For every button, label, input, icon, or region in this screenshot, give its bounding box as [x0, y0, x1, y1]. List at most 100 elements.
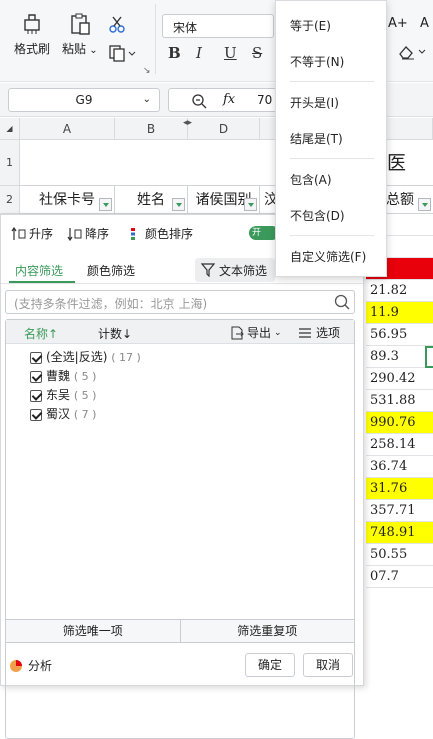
- eraser-icon[interactable]: [398, 44, 428, 63]
- checkbox[interactable]: [30, 389, 42, 402]
- header-label: 姓名: [137, 192, 165, 208]
- clipboard-icon: [71, 13, 90, 35]
- value-cell[interactable]: 11.9: [366, 302, 433, 324]
- value-cell[interactable]: 290.42: [366, 368, 433, 390]
- value-cell[interactable]: 748.91: [366, 522, 433, 544]
- decrease-font-button[interactable]: A: [420, 16, 429, 31]
- value-cell[interactable]: 50.55: [366, 544, 433, 566]
- name-box[interactable]: G9 ⌄: [8, 88, 160, 112]
- dialog-launcher-icon[interactable]: ↘: [143, 66, 151, 76]
- column-header-d[interactable]: D: [188, 118, 260, 140]
- tab-content-filter[interactable]: 内容筛选: [15, 262, 63, 279]
- checkbox[interactable]: [30, 370, 42, 383]
- formula-value[interactable]: 70: [257, 93, 272, 107]
- color-sort-button[interactable]: 颜色排序: [129, 225, 193, 242]
- header-cell-social-security[interactable]: 社保卡号: [20, 186, 115, 214]
- bold-button[interactable]: B: [168, 44, 181, 62]
- export-label: 导出: [247, 326, 272, 340]
- list-item[interactable]: 曹魏 ( 5 ): [30, 367, 96, 384]
- selected-cell-indicator: [425, 346, 433, 368]
- column-header-b[interactable]: B: [115, 118, 188, 140]
- column-header-a[interactable]: A: [20, 118, 115, 140]
- value-cell[interactable]: 357.71: [366, 500, 433, 522]
- value-cell[interactable]: 21.82: [366, 280, 433, 302]
- function-icon[interactable]: fx: [223, 92, 235, 107]
- checkbox[interactable]: [30, 408, 42, 421]
- tab-color-filter[interactable]: 颜色筛选: [87, 262, 135, 279]
- filter-dropdown-button[interactable]: [418, 198, 431, 211]
- underline-button[interactable]: U: [224, 44, 237, 62]
- sort-descending-label: 降序: [85, 227, 110, 241]
- font-name-select[interactable]: 宋体: [162, 14, 274, 38]
- menu-item-ends-with[interactable]: 结尾是(T): [290, 130, 343, 147]
- select-all-row[interactable]: (全选|反选) ( 17 ): [30, 348, 141, 365]
- list-item[interactable]: 东吴 ( 5 ): [30, 386, 96, 403]
- ok-button[interactable]: 确定: [245, 653, 295, 677]
- menu-item-custom-filter[interactable]: 自定义筛选(F): [290, 248, 366, 265]
- menu-item-begins-with[interactable]: 开头是(I): [290, 94, 339, 111]
- paste-label: 粘贴: [62, 42, 87, 56]
- list-item[interactable]: 蜀汉 ( 7 ): [30, 405, 96, 422]
- filter-unique-button[interactable]: 筛选唯一项: [6, 620, 181, 642]
- italic-button[interactable]: I: [196, 44, 202, 62]
- value-cell[interactable]: 56.95: [366, 324, 433, 346]
- header-cell-state[interactable]: 诸侯国别: [188, 186, 260, 214]
- sort-by-name-button[interactable]: 名称↑: [24, 325, 58, 342]
- filter-dropdown-button[interactable]: [244, 198, 257, 211]
- value-cell[interactable]: 990.76: [366, 412, 433, 434]
- pie-chart-icon: [10, 659, 22, 672]
- analysis-button[interactable]: 分析: [9, 657, 52, 674]
- menu-item-not-equals[interactable]: 不等于(N): [290, 53, 344, 70]
- sort-by-count-button[interactable]: 计数↓: [98, 325, 132, 342]
- value-cell[interactable]: 89.3: [366, 346, 433, 368]
- increase-font-button[interactable]: A+: [388, 16, 408, 31]
- checkbox[interactable]: [30, 351, 42, 364]
- value-cell[interactable]: 531.88: [366, 390, 433, 412]
- search-placeholder: (支持多条件过滤，例如：北京 上海): [14, 297, 208, 311]
- search-icon[interactable]: [334, 294, 350, 310]
- value-cell[interactable]: 31.76: [366, 478, 433, 500]
- search-input[interactable]: (支持多条件过滤，例如：北京 上海): [5, 290, 355, 314]
- sort-ascending-button[interactable]: 升序: [11, 225, 53, 242]
- sort-descending-button[interactable]: 降序: [67, 225, 109, 242]
- funnel-icon: [201, 263, 215, 277]
- zoom-icon[interactable]: [191, 93, 207, 109]
- filter-duplicate-button[interactable]: 筛选重复项: [181, 620, 355, 642]
- ribbon-divider: [155, 4, 156, 74]
- hidden-column-marker[interactable]: ◂▸: [183, 118, 192, 128]
- color-sort-label: 颜色排序: [145, 227, 194, 241]
- chevron-down-icon: ⌄: [274, 327, 282, 338]
- text-filter-button[interactable]: 文本筛选: [195, 258, 275, 282]
- menu-item-equals[interactable]: 等于(E): [290, 17, 331, 34]
- select-all-label[interactable]: (全选|反选): [46, 350, 107, 364]
- item-label: 蜀汉: [46, 407, 71, 421]
- strikethrough-button[interactable]: S: [252, 44, 262, 62]
- header-label: 总额: [386, 192, 414, 208]
- empty-cells: [366, 588, 433, 686]
- format-painter-label: 格式刷: [14, 42, 51, 56]
- filter-dropdown-button[interactable]: [172, 198, 185, 211]
- item-label: 曹魏: [46, 369, 71, 383]
- export-button[interactable]: 导出 ⌄: [230, 324, 282, 341]
- paste-button[interactable]: 粘贴 ⌄: [62, 12, 98, 57]
- format-painter-button[interactable]: 格式刷: [14, 12, 50, 57]
- cancel-button[interactable]: 取消: [303, 653, 353, 677]
- menu-separator: [290, 158, 374, 159]
- chevron-down-icon[interactable]: ⌄: [143, 89, 151, 111]
- value-cell[interactable]: 07.7: [366, 566, 433, 588]
- chevron-down-icon[interactable]: ⌄: [86, 45, 97, 56]
- header-cell-name[interactable]: 姓名: [115, 186, 188, 214]
- copy-icon[interactable]: [108, 44, 136, 65]
- value-cell[interactable]: 258.14: [366, 434, 433, 456]
- filter-panel: 升序 降序 颜色排序 开 内容筛选 颜色筛选 文本筛选 (支持多条件过滤，例如：…: [0, 214, 364, 739]
- menu-item-contains[interactable]: 包含(A): [290, 171, 332, 188]
- row-header-2[interactable]: 2: [0, 186, 20, 214]
- sort-descending-icon: [67, 227, 82, 241]
- filter-dropdown-button[interactable]: [99, 198, 112, 211]
- value-cell[interactable]: 36.74: [366, 456, 433, 478]
- scissors-icon[interactable]: [108, 15, 126, 36]
- row-header-1[interactable]: 1: [0, 140, 20, 186]
- menu-item-not-contains[interactable]: 不包含(D): [290, 207, 345, 224]
- options-button[interactable]: 选项: [298, 324, 340, 341]
- select-all-corner[interactable]: ◢: [0, 118, 20, 140]
